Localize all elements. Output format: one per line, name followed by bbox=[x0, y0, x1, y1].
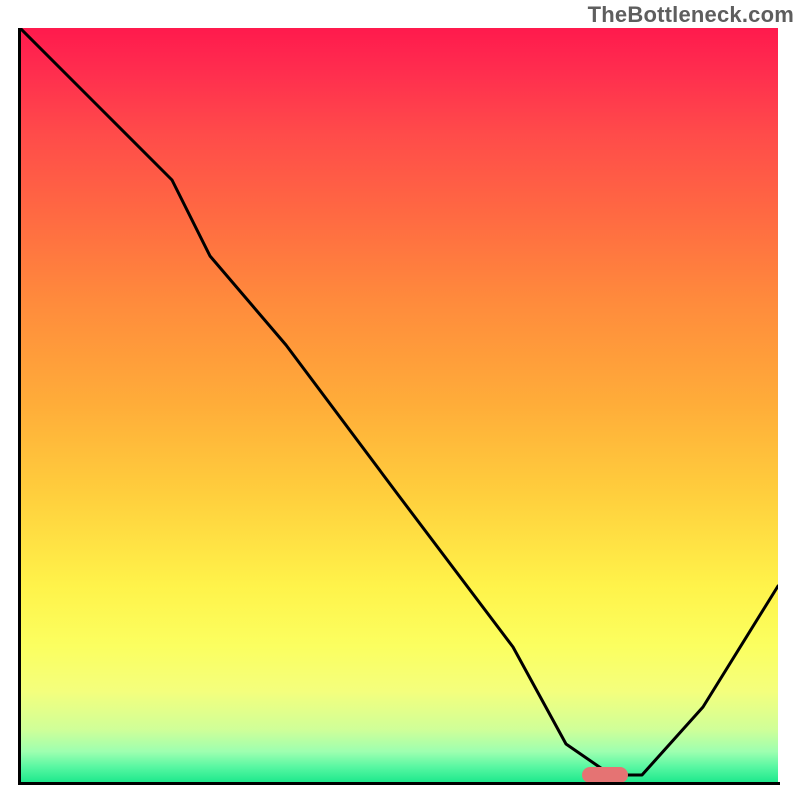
watermark-text: TheBottleneck.com bbox=[588, 2, 794, 28]
optimal-marker bbox=[582, 767, 628, 783]
bottleneck-curve bbox=[20, 28, 778, 782]
x-axis bbox=[18, 782, 780, 785]
plot-area bbox=[20, 28, 778, 782]
y-axis bbox=[18, 28, 21, 784]
chart-container: TheBottleneck.com bbox=[0, 0, 800, 800]
